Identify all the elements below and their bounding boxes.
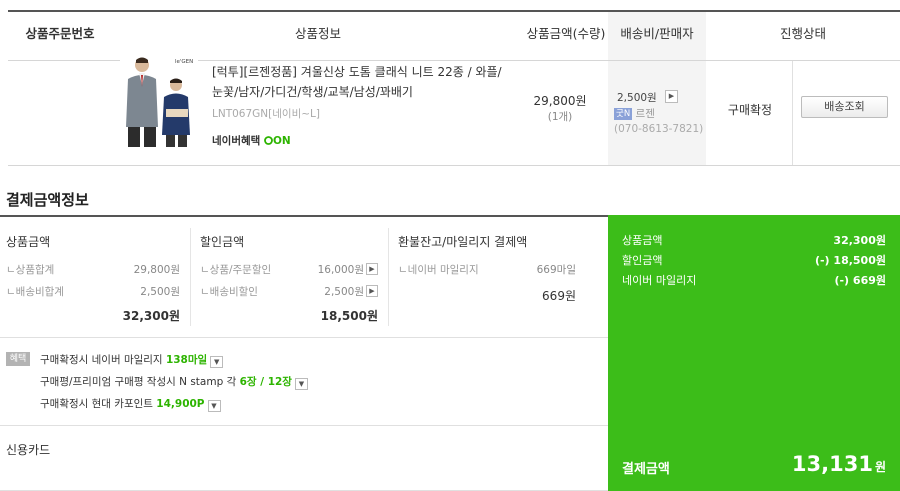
discount-header: 할인금액 <box>200 235 245 249</box>
shipping-subtotal-label: ㄴ배송비합계 <box>6 286 64 298</box>
benefit-mileage-row: 구매확정시 네이버 마일리지 138마일 ▼ <box>40 352 224 368</box>
product-code: LNT067GN[네이비~L] <box>212 108 320 120</box>
benefit-mileage-dropdown-icon[interactable]: ▼ <box>210 356 224 368</box>
final-amount: 13,131 원 <box>792 452 886 476</box>
order-discount-value: 16,000원 <box>317 264 364 276</box>
shipping-detail-arrow-icon[interactable]: ▶ <box>665 90 678 103</box>
summary-discount-label: 할인금액 <box>622 254 663 267</box>
order-discount-label: ㄴ상품/주문할인 <box>200 264 272 276</box>
product-qty: (1개) <box>547 111 573 123</box>
summary-mileage-label: 네이버 마일리지 <box>622 274 697 287</box>
naver-benefit-label: 네이버혜택 <box>212 135 261 147</box>
table-bottom-border <box>8 165 900 166</box>
product-amount-header: 상품금액 <box>6 235 51 249</box>
header-order-no: 상품주문번호 <box>25 26 95 41</box>
product-subtotal-label: ㄴ상품합계 <box>6 264 55 276</box>
order-status: 구매확정 <box>727 103 773 117</box>
order-discount-arrow-icon[interactable]: ▶ <box>366 263 378 275</box>
final-amount-value: 13,131 <box>791 452 873 476</box>
naver-benefit[interactable]: 네이버혜택 ON <box>212 133 291 148</box>
benefit-carpoint-row: 구매확정시 현대 카포인트 14,900P ▼ <box>40 396 221 412</box>
product-price: 29,800원 <box>533 94 587 108</box>
shipping-subtotal-value: 2,500원 <box>140 286 180 298</box>
column-divider <box>190 228 191 326</box>
payment-section-title: 결제금액정보 <box>6 191 89 209</box>
track-delivery-button[interactable]: 배송조회 <box>801 96 888 118</box>
refund-mileage-header: 환불잔고/마일리지 결제액 <box>398 235 528 249</box>
seller-grade-badge: 굿N <box>614 108 633 120</box>
benefit-stamp-dropdown-icon[interactable]: ▼ <box>294 378 308 390</box>
seller-name[interactable]: 굿N 르젠 <box>614 106 655 121</box>
summary-product-label: 상품금액 <box>622 234 663 247</box>
status-divider <box>792 61 793 165</box>
header-status: 진행상태 <box>779 26 826 41</box>
header-product-info: 상품정보 <box>294 26 341 41</box>
seller-name-text: 르젠 <box>635 108 655 120</box>
column-divider <box>388 228 389 326</box>
shipping-discount-label: ㄴ배송비할인 <box>200 286 258 298</box>
shipping-discount-arrow-icon[interactable]: ▶ <box>366 285 378 297</box>
final-amount-unit: 원 <box>874 460 886 474</box>
divider-line <box>0 425 608 426</box>
table-header: 상품주문번호 상품정보 상품금액(수량) 배송비/판매자 진행상태 <box>8 12 900 61</box>
summary-mileage-value: (-) 669원 <box>834 274 886 287</box>
product-title[interactable]: [럭투][르젠정품] 겨울신상 도톰 클래식 니트 22종 / 와플/눈꽃/남자… <box>212 62 512 102</box>
summary-discount-value: (-) 18,500원 <box>814 254 886 267</box>
shipping-fee: 2,500원 <box>617 92 657 104</box>
benefit-stamp-row: 구매평/프리미엄 구매평 작성시 N stamp 각 6장 / 12장 ▼ <box>40 374 308 390</box>
naver-mileage-label: ㄴ네이버 마일리지 <box>398 264 479 276</box>
product-amount-total: 32,300원 <box>122 309 180 323</box>
seller-phone: (070-8613-7821) <box>614 123 704 135</box>
divider-line <box>0 337 608 338</box>
naver-mileage-value: 669마일 <box>536 264 576 276</box>
brand-mark: le'GEN <box>175 59 193 65</box>
naver-benefit-on: ON <box>264 135 291 147</box>
summary-product-value: 32,300원 <box>833 234 886 247</box>
benefit-tag: 혜택 <box>6 352 30 366</box>
header-price-qty: 상품금액(수량) <box>526 26 606 41</box>
final-amount-label: 결제금액 <box>622 462 670 477</box>
product-subtotal-value: 29,800원 <box>133 264 180 276</box>
shipping-discount-value: 2,500원 <box>324 286 364 298</box>
discount-total: 18,500원 <box>320 309 378 323</box>
payment-method: 신용카드 <box>6 443 51 457</box>
refund-mileage-total: 669원 <box>542 289 576 303</box>
product-image[interactable]: le'GEN <box>120 55 198 147</box>
benefit-carpoint-dropdown-icon[interactable]: ▼ <box>207 400 221 412</box>
n-on-icon <box>264 136 273 145</box>
payment-top-border <box>0 215 608 217</box>
header-shipping-seller: 배송비/판매자 <box>608 12 706 60</box>
